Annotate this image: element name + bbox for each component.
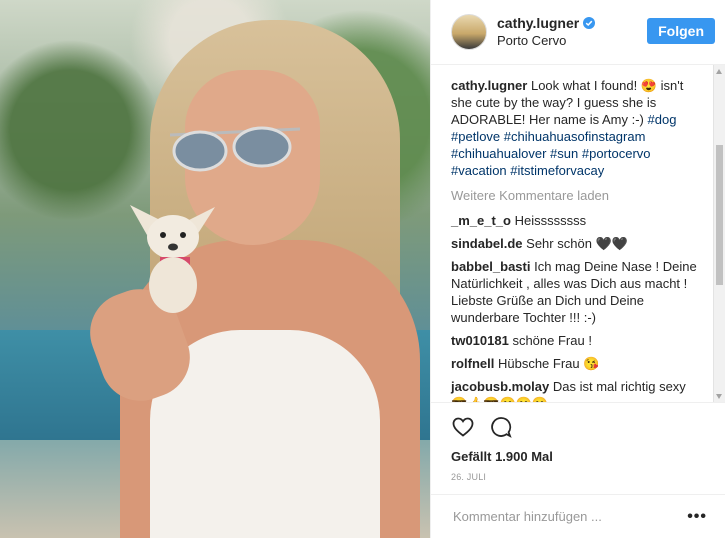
like-count[interactable]: Gefällt 1.900 Mal [451, 449, 705, 464]
comment-item: rolfnell Hübsche Frau 😘 [451, 355, 705, 372]
post-photo[interactable] [0, 0, 430, 538]
more-options-icon[interactable]: ••• [687, 508, 707, 526]
instagram-post: cathy.lugner Porto Cervo Folgen cathy.lu… [0, 0, 725, 538]
comment-username[interactable]: jacobusb.molay [451, 379, 549, 394]
comment-username[interactable]: sindabel.de [451, 236, 523, 251]
comment-text: Hübsche Frau 😘 [497, 355, 600, 371]
post-caption: cathy.lugner Look what I found! 😍 isn't … [451, 77, 705, 179]
load-more-comments[interactable]: Weitere Kommentare laden [451, 187, 705, 204]
hashtag[interactable]: #itstimeforvacay [510, 163, 604, 178]
header-location[interactable]: Porto Cervo [497, 32, 647, 49]
comment-item: _m_e_t_o Heissssssss [451, 212, 705, 229]
hashtag[interactable]: #petlove [451, 129, 500, 144]
caption-username[interactable]: cathy.lugner [451, 78, 527, 93]
photo-chihuahua [130, 205, 215, 313]
comment-item: sindabel.de Sehr schön 🖤🖤 [451, 235, 705, 252]
hashtag[interactable]: #chihuahualover [451, 146, 546, 161]
comment-bubble-icon[interactable] [489, 415, 513, 439]
comment-text: Sehr schön 🖤🖤 [526, 235, 628, 251]
hashtag[interactable]: #dog [648, 112, 677, 127]
comments-area: cathy.lugner Look what I found! 😍 isn't … [431, 64, 725, 403]
comment-username[interactable]: tw010181 [451, 333, 509, 348]
scroll-down-arrow-icon[interactable] [716, 393, 722, 399]
scroll-up-arrow-icon[interactable] [716, 68, 722, 74]
add-comment-input[interactable] [451, 508, 688, 526]
user-avatar[interactable] [451, 13, 487, 50]
comment-username[interactable]: _m_e_t_o [451, 213, 511, 228]
comment-text: Heissssssss [514, 212, 587, 228]
header-username[interactable]: cathy.lugner [497, 15, 579, 32]
hashtag[interactable]: #portocervo [582, 146, 651, 161]
comment-item: babbel_basti Ich mag Deine Nase ! Deine … [451, 258, 705, 326]
verified-badge-icon [583, 17, 596, 30]
comment-text: schöne Frau ! [512, 332, 592, 348]
scrollbar-thumb[interactable] [716, 144, 723, 285]
post-actions: Gefällt 1.900 Mal 26. JULI [431, 402, 725, 494]
comments-list: cathy.lugner Look what I found! 😍 isn't … [431, 65, 725, 402]
comment-item: tw010181 schöne Frau ! [451, 332, 705, 349]
action-icons [451, 413, 705, 441]
hashtag[interactable]: #chihuahuasofinstagram [504, 129, 646, 144]
hashtag[interactable]: #sun [550, 146, 578, 161]
header-info: cathy.lugner Porto Cervo [497, 15, 647, 49]
comment-username[interactable]: babbel_basti [451, 259, 530, 274]
comment-item: jacobusb.molay Das ist mal richtig sexy … [451, 378, 705, 402]
add-comment-bar: ••• [431, 494, 725, 538]
post-sidebar: cathy.lugner Porto Cervo Folgen cathy.lu… [430, 0, 725, 538]
comments-scrollbar[interactable] [713, 64, 725, 403]
post-date[interactable]: 26. JULI [451, 472, 705, 482]
header-username-row: cathy.lugner [497, 15, 647, 32]
comment-username[interactable]: rolfnell [451, 356, 494, 371]
hashtag[interactable]: #vacation [451, 163, 507, 178]
photo-sunglasses [170, 126, 300, 172]
heart-icon[interactable] [451, 415, 475, 439]
post-header: cathy.lugner Porto Cervo Folgen [431, 0, 725, 65]
follow-button[interactable]: Folgen [647, 17, 715, 44]
